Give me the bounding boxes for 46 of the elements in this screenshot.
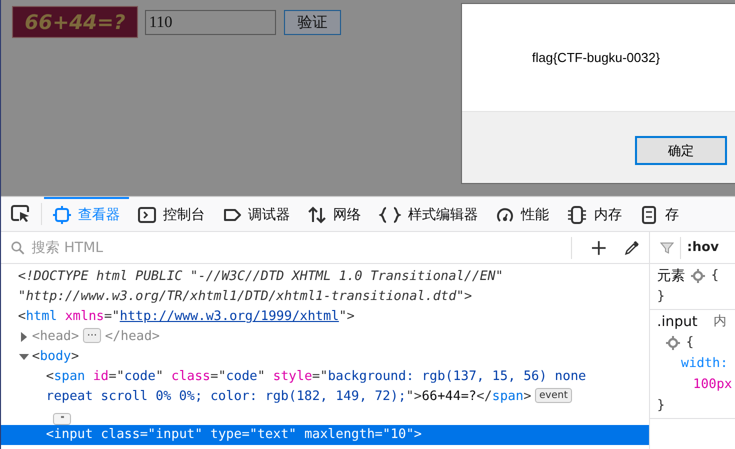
element-picker-icon[interactable] bbox=[11, 205, 31, 223]
namespace-link[interactable]: http://www.w3.org/1999/xhtml bbox=[120, 309, 339, 324]
rule-close-brace: } bbox=[657, 396, 665, 414]
filter-icon[interactable] bbox=[660, 240, 674, 254]
search-field[interactable]: 搜索 HTML bbox=[30, 238, 561, 256]
rule-open-brace: { bbox=[686, 334, 694, 352]
gauge-icon bbox=[496, 206, 514, 224]
css-property[interactable]: width: bbox=[681, 354, 728, 374]
devtools-tab[interactable]: 存 bbox=[631, 197, 688, 231]
whitespace-node-marker[interactable] bbox=[53, 413, 71, 425]
target-icon[interactable] bbox=[666, 336, 680, 350]
search-icon bbox=[11, 240, 25, 254]
node-badge[interactable]: event bbox=[535, 388, 572, 403]
devtools-tab[interactable]: 性能 bbox=[487, 197, 558, 231]
node-badge[interactable]: ⋯ bbox=[82, 328, 101, 343]
target-icon[interactable] bbox=[691, 268, 705, 282]
inspector-icon bbox=[53, 206, 71, 224]
rule-selector: 元素 bbox=[657, 266, 685, 286]
devtools-tab[interactable]: 网络 bbox=[299, 197, 370, 231]
markup-node[interactable]: <span id="code" class="code" style="background: rgb(137, 15, 56) none repeat scroll 0% 0%; color: rgb(182, 149, 72);">66+44=?</span> event bbox=[46, 367, 610, 407]
devtools-tab[interactable]: 样式编辑器 bbox=[370, 197, 487, 231]
console-icon bbox=[138, 206, 156, 224]
markup-node[interactable]: <!DOCTYPE html PUBLIC "-//W3C//DTD XHTML 1.0 Transitional//EN" "http://www.w3.org/TR/xhtml1/DTD/xhtml1-transitional.dtd"> bbox=[18, 267, 582, 307]
pseudo-class-toggle[interactable]: :hov bbox=[687, 240, 719, 255]
ok-button[interactable]: 确定 bbox=[635, 136, 727, 165]
debugger-icon bbox=[223, 206, 241, 224]
rule-close-brace: } bbox=[657, 288, 665, 306]
rule-open-brace: { bbox=[711, 266, 719, 284]
css-value[interactable]: 100px bbox=[693, 374, 732, 394]
rule-source[interactable]: 内 bbox=[713, 312, 726, 332]
captcha-image: 66+44=? bbox=[12, 6, 138, 38]
markup-node[interactable]: <head> ⋯ </head> bbox=[32, 327, 160, 347]
markup-node[interactable]: <body> bbox=[32, 347, 79, 367]
markup-node[interactable]: <html xmlns="http://www.w3.org/1999/xhtml"> bbox=[18, 307, 355, 327]
network-arrows-icon bbox=[308, 206, 326, 224]
devtools-tab[interactable]: 内存 bbox=[558, 197, 631, 231]
devtools-tab[interactable]: 调试器 bbox=[214, 197, 299, 231]
braces-icon bbox=[379, 206, 401, 224]
alert-message: flag{CTF-bugku-0032} bbox=[532, 50, 660, 65]
storage-icon bbox=[640, 206, 658, 224]
answer-field[interactable]: 110 bbox=[145, 10, 276, 35]
verify-button[interactable]: 验证 bbox=[284, 10, 341, 35]
devtools-tab[interactable]: 控制台 bbox=[129, 197, 214, 231]
rule-selector: .input bbox=[657, 312, 698, 332]
memory-chip-icon bbox=[567, 206, 587, 224]
add-node-icon[interactable] bbox=[590, 240, 606, 256]
